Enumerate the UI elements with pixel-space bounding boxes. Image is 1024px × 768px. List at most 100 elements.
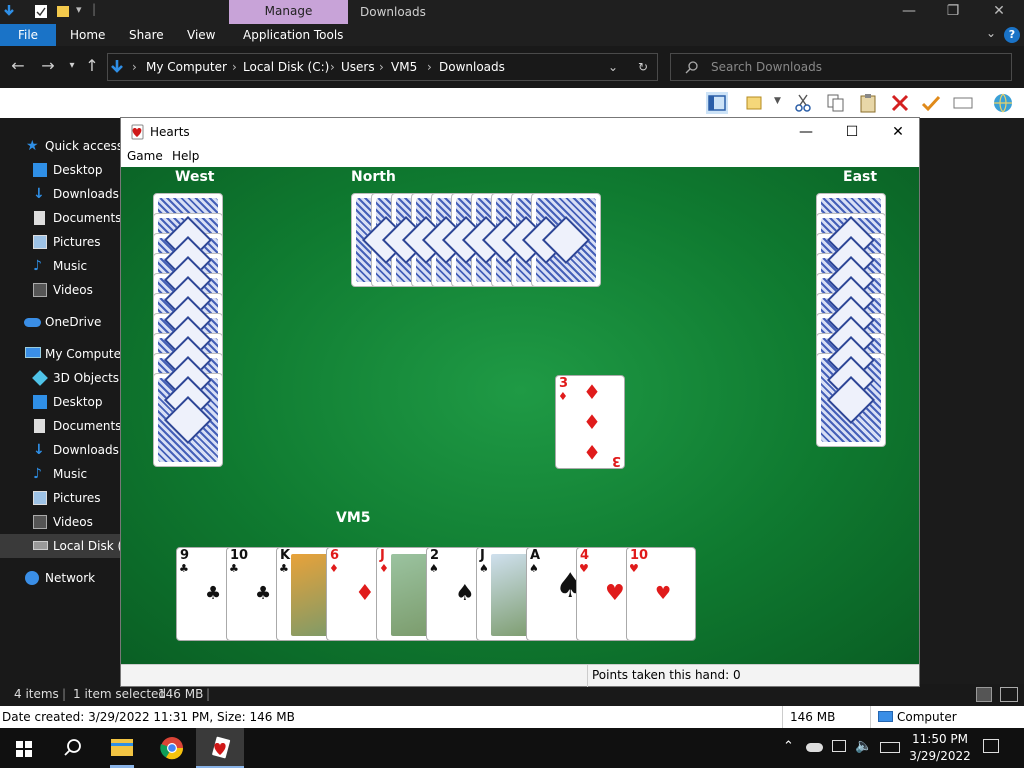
nav-music[interactable]: ♪ Music: [0, 462, 120, 486]
volume-muted-icon[interactable]: 🔈: [855, 738, 872, 754]
keyboard-icon[interactable]: [880, 742, 900, 753]
menu-game[interactable]: Game: [127, 146, 163, 167]
nav-desktop[interactable]: Desktop: [0, 390, 120, 414]
paste-icon[interactable]: [857, 92, 879, 114]
hearts-taskbar-icon: [212, 736, 231, 759]
nav-quick-videos[interactable]: Videos: [0, 278, 120, 302]
new-folder-icon[interactable]: [56, 4, 70, 19]
nav-documents[interactable]: Documents: [0, 414, 120, 438]
music-icon: ♪: [33, 466, 42, 482]
card-rank: A: [530, 548, 541, 563]
rename-icon[interactable]: [952, 92, 974, 114]
hand-card[interactable]: ♥ 10 ♥: [626, 547, 696, 641]
properties-icon[interactable]: [34, 4, 48, 19]
hearts-status-bar: Points taken this hand: 0: [121, 664, 919, 687]
breadcrumb-separator[interactable]: ›: [232, 54, 237, 80]
tab-share[interactable]: Share: [129, 24, 164, 46]
refresh-icon[interactable]: ↻: [638, 54, 648, 80]
nav-quick-desktop[interactable]: Desktop: [0, 158, 120, 182]
downloads-location-icon: [111, 60, 123, 73]
details-view-icon[interactable]: [976, 687, 992, 702]
hearts-close-button[interactable]: ✕: [875, 118, 921, 146]
onedrive-tray-icon[interactable]: [806, 743, 823, 752]
hearts-taskbar-button[interactable]: [196, 728, 244, 768]
breadcrumb-local-disk[interactable]: Local Disk (C:): [243, 54, 329, 80]
quick-access-download-icon[interactable]: [2, 4, 16, 19]
search-icon[interactable]: [48, 728, 96, 768]
nav-videos[interactable]: Videos: [0, 510, 120, 534]
layout-pane-icon[interactable]: [706, 92, 728, 114]
nav-quick-documents[interactable]: Documents: [0, 206, 120, 230]
cut-icon[interactable]: [792, 92, 814, 114]
explorer-maximize-button[interactable]: ❐: [930, 0, 976, 24]
checkmark-icon[interactable]: [920, 92, 942, 114]
search-input[interactable]: Search Downloads: [670, 53, 1012, 81]
player-name-east: East: [843, 169, 878, 185]
music-icon: ♪: [33, 258, 42, 274]
nav-label: Music: [53, 259, 88, 273]
forward-arrow-icon[interactable]: →: [38, 56, 58, 76]
tab-manage[interactable]: Manage: [229, 0, 348, 24]
suit-pip-icon: ♣: [205, 583, 222, 604]
start-windows-icon[interactable]: [0, 728, 48, 768]
back-arrow-icon[interactable]: ←: [8, 56, 28, 76]
card-rank: K: [280, 548, 291, 563]
menu-help[interactable]: Help: [172, 146, 199, 167]
address-history-icon[interactable]: ⌄: [608, 54, 618, 80]
nav-downloads[interactable]: ↓ Downloads: [0, 438, 120, 462]
nav-my-computer[interactable]: My Computer: [0, 342, 120, 366]
nav-quick-downloads[interactable]: ↓ Downloads: [0, 182, 120, 206]
tab-view[interactable]: View: [187, 24, 215, 46]
globe-icon[interactable]: [992, 92, 1014, 114]
new-item-dropdown-icon[interactable]: ▼: [774, 96, 781, 106]
nav-quick-access[interactable]: ★ Quick access: [0, 134, 120, 158]
nav-label: Pictures: [53, 491, 101, 505]
tab-home[interactable]: Home: [70, 24, 105, 46]
tab-file[interactable]: File: [0, 24, 56, 46]
nav-pictures[interactable]: Pictures: [0, 486, 120, 510]
nav-onedrive[interactable]: OneDrive: [0, 310, 120, 334]
breadcrumb-downloads[interactable]: Downloads: [439, 54, 505, 80]
tab-application-tools[interactable]: Application Tools: [243, 24, 343, 46]
breadcrumb-separator[interactable]: ›: [330, 54, 335, 80]
nav-quick-music[interactable]: ♪ Music: [0, 254, 120, 278]
up-arrow-icon[interactable]: ↑: [82, 56, 102, 76]
breadcrumb-vm5[interactable]: VM5: [391, 54, 417, 80]
pictures-icon: [33, 491, 47, 505]
selection-count: 1 item selected: [73, 687, 167, 701]
help-icon[interactable]: ?: [1004, 27, 1020, 43]
breadcrumb-users[interactable]: Users: [341, 54, 375, 80]
card-rank: 4: [580, 548, 590, 563]
delete-icon[interactable]: [889, 92, 911, 114]
nav-3d-objects[interactable]: 3D Objects: [0, 366, 120, 390]
clock[interactable]: 11:50 PM 3/29/2022: [905, 731, 975, 765]
hearts-maximize-button[interactable]: ☐: [829, 118, 875, 146]
copy-icon[interactable]: [825, 92, 847, 114]
card-rank: 10: [630, 548, 649, 563]
new-item-icon[interactable]: [744, 92, 766, 114]
network-tray-icon[interactable]: [832, 740, 846, 752]
nav-local-disk[interactable]: Local Disk (C: [0, 534, 120, 558]
address-bar[interactable]: › My Computer › Local Disk (C:) › Users …: [107, 53, 658, 81]
hearts-minimize-button[interactable]: —: [783, 118, 829, 146]
ribbon-expand-icon[interactable]: ⌄: [986, 26, 996, 40]
downloads-icon: ↓: [33, 442, 45, 458]
played-card-rank-bottom: 3: [611, 453, 621, 468]
notifications-icon[interactable]: [983, 739, 999, 753]
breadcrumb-separator[interactable]: ›: [427, 54, 432, 80]
explorer-minimize-button[interactable]: —: [886, 0, 932, 24]
nav-network[interactable]: Network: [0, 566, 120, 590]
chrome-taskbar-icon[interactable]: [148, 728, 196, 768]
show-hidden-icons-icon[interactable]: ⌃: [783, 739, 794, 754]
recent-locations-icon[interactable]: ▾: [62, 56, 82, 76]
nav-quick-pictures[interactable]: Pictures: [0, 230, 120, 254]
customize-quick-access-icon[interactable]: ▾: [76, 3, 82, 16]
large-icons-view-icon[interactable]: [1000, 687, 1018, 702]
breadcrumb-my-computer[interactable]: My Computer: [146, 54, 227, 80]
breadcrumb-separator[interactable]: ›: [379, 54, 384, 80]
breadcrumb-separator[interactable]: ›: [132, 54, 137, 80]
details-location: Computer: [897, 710, 957, 724]
explorer-close-button[interactable]: ✕: [976, 0, 1022, 24]
played-card-suit: ♦: [558, 390, 568, 403]
file-explorer-taskbar-icon[interactable]: [98, 728, 146, 768]
